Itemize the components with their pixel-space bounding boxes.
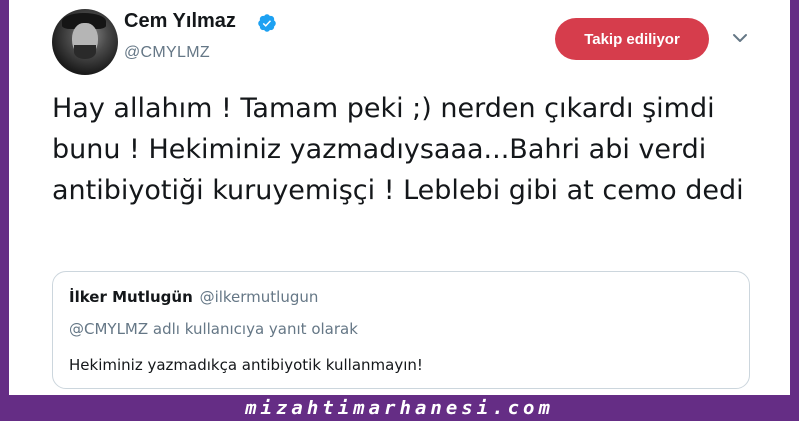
- quoted-author-handle: @ilkermutlugun: [199, 288, 319, 306]
- verified-badge-icon: [258, 14, 276, 32]
- tweet-card: Cem Yılmaz @CMYLMZ Takip ediliyor Hay al…: [9, 0, 790, 395]
- site-watermark: mizahtimarhanesi.com: [245, 397, 554, 419]
- avatar[interactable]: [52, 9, 118, 75]
- tweet-text: Hay allahım ! Tamam peki ;) nerden çıkar…: [52, 93, 744, 206]
- author-handle[interactable]: @CMYLMZ: [124, 44, 210, 62]
- following-button[interactable]: Takip ediliyor: [555, 18, 709, 60]
- avatar-beard-shape: [74, 45, 96, 59]
- quoted-tweet[interactable]: İlker Mutlugün @ilkermutlugun @CMYLMZ ad…: [52, 271, 750, 389]
- quoted-tweet-text: Hekiminiz yazmadıkça antibiyotik kullanm…: [69, 356, 423, 374]
- chevron-down-icon[interactable]: [732, 32, 748, 44]
- quoted-reply-context: @CMYLMZ adlı kullanıcıya yanıt olarak: [69, 320, 358, 338]
- quoted-tweet-header: İlker Mutlugün @ilkermutlugun: [69, 288, 318, 306]
- author-display-name[interactable]: Cem Yılmaz: [124, 10, 236, 33]
- quoted-author-name: İlker Mutlugün: [69, 288, 193, 306]
